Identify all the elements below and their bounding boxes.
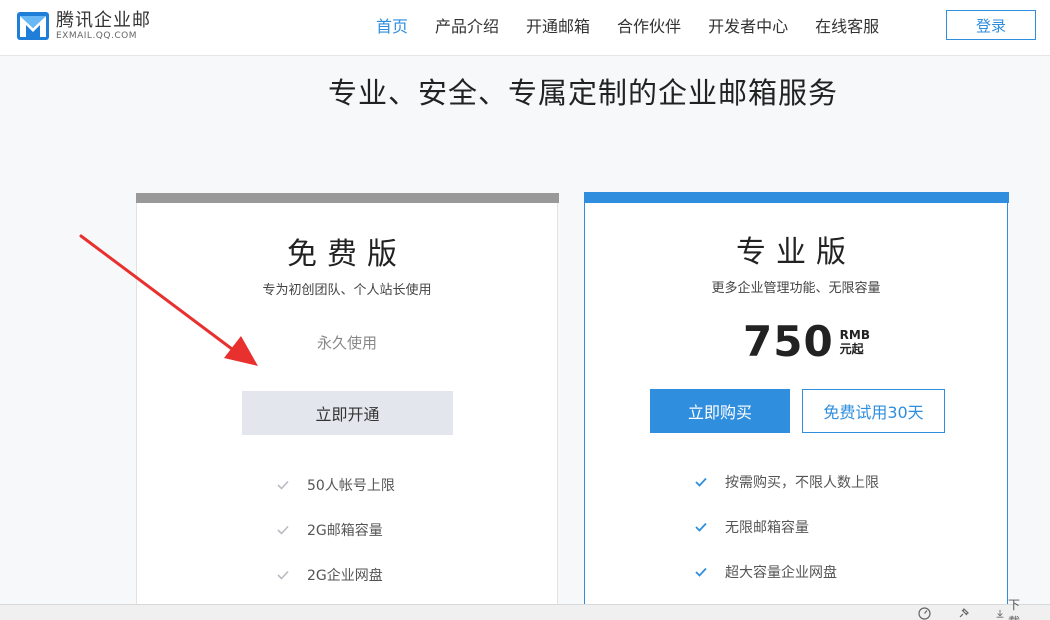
login-button[interactable]: 登录 xyxy=(946,10,1036,40)
logo-subtitle: EXMAIL.QQ.COM xyxy=(56,30,137,41)
download-label: 下载 xyxy=(1008,598,1021,620)
free-trial-button[interactable]: 免费试用30天 xyxy=(802,389,945,433)
free-feature-text: 50人帐号上限 xyxy=(307,478,395,494)
check-icon xyxy=(277,480,289,490)
free-feature-text: 2G企业网盘 xyxy=(307,568,383,584)
check-icon xyxy=(695,477,707,487)
price-currency: RMB xyxy=(839,328,870,342)
free-plan-top-bar xyxy=(136,193,559,203)
check-icon xyxy=(277,525,289,535)
nav-developer-center[interactable]: 开发者中心 xyxy=(708,13,788,37)
logo-title: 腾讯企业邮 xyxy=(56,9,151,31)
browser-status-bar: 下载 xyxy=(0,598,1050,620)
check-icon xyxy=(695,522,707,532)
price-amount: 750 xyxy=(743,317,834,366)
pro-feature-text: 按需购买，不限人数上限 xyxy=(725,475,879,491)
download-icon xyxy=(996,609,1004,618)
pro-plan-price: 750 RMB 元起 xyxy=(743,318,870,366)
pin-icon[interactable] xyxy=(957,607,970,620)
logo[interactable]: 腾讯企业邮 EXMAIL.QQ.COM xyxy=(16,8,151,44)
pro-feature-text: 超大容量企业网盘 xyxy=(725,565,837,581)
pro-feature-item: 超大容量企业网盘 xyxy=(695,562,837,582)
pro-feature-item: 无限邮箱容量 xyxy=(695,517,809,537)
nav-partners[interactable]: 合作伙伴 xyxy=(617,13,681,37)
free-plan-name: 免费版 xyxy=(287,237,407,272)
pro-feature-text: 无限邮箱容量 xyxy=(725,520,809,536)
main-nav: 首页 产品介绍 开通邮箱 合作伙伴 开发者中心 在线客服 xyxy=(376,0,906,50)
free-plan-permanent: 永久使用 xyxy=(316,334,377,352)
pro-plan-name: 专业版 xyxy=(736,235,856,270)
nav-home[interactable]: 首页 xyxy=(376,13,408,37)
free-feature-item: 2G邮箱容量 xyxy=(277,520,383,540)
check-icon xyxy=(277,570,289,580)
pro-plan-top-bar xyxy=(584,192,1009,203)
buy-now-button[interactable]: 立即购买 xyxy=(650,389,790,433)
site-header: 腾讯企业邮 EXMAIL.QQ.COM 首页 产品介绍 开通邮箱 合作伙伴 开发… xyxy=(0,0,1050,56)
page-title: 专业、安全、专属定制的企业邮箱服务 xyxy=(327,76,838,110)
mail-logo-icon xyxy=(17,12,49,40)
speed-icon[interactable] xyxy=(918,606,931,620)
price-suffix: 元起 xyxy=(839,342,864,356)
check-icon xyxy=(695,567,707,577)
free-feature-text: 2G邮箱容量 xyxy=(307,523,383,539)
free-feature-item: 2G企业网盘 xyxy=(277,565,383,585)
open-now-button[interactable]: 立即开通 xyxy=(242,391,453,435)
free-plan-desc: 专为初创团队、个人站长使用 xyxy=(262,283,432,298)
free-plan-card: 免费版 专为初创团队、个人站长使用 永久使用 立即开通 50人帐号上限 2G邮箱… xyxy=(136,193,559,620)
pro-plan-card: 专业版 更多企业管理功能、无限容量 750 RMB 元起 立即购买 免费试用30… xyxy=(584,192,1009,620)
nav-open-mailbox[interactable]: 开通邮箱 xyxy=(526,13,590,37)
nav-products[interactable]: 产品介绍 xyxy=(435,13,499,37)
free-feature-item: 50人帐号上限 xyxy=(277,475,395,495)
nav-online-support[interactable]: 在线客服 xyxy=(815,13,879,37)
pro-plan-desc: 更多企业管理功能、无限容量 xyxy=(711,281,881,296)
download-button[interactable]: 下载 xyxy=(996,596,1050,620)
pro-feature-item: 按需购买，不限人数上限 xyxy=(695,472,879,492)
